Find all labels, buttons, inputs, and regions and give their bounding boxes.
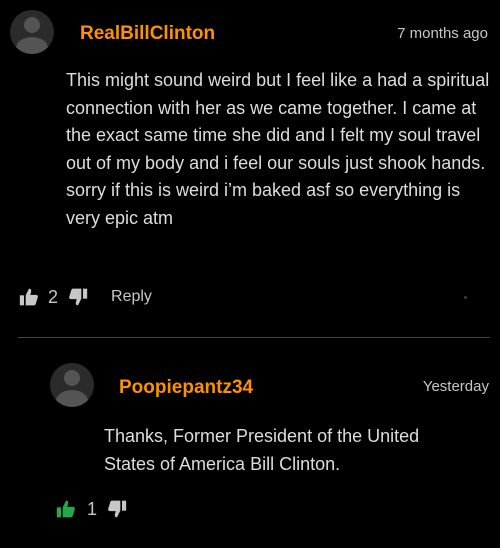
comment-username[interactable]: RealBillClinton: [80, 23, 215, 45]
comment-timestamp: 7 months ago: [397, 25, 488, 42]
reply-actions: 1: [56, 496, 127, 522]
reply-username[interactable]: Poopiepantz34: [119, 377, 253, 399]
avatar[interactable]: [10, 10, 54, 54]
more-options-icon[interactable]: [464, 296, 467, 299]
comment-thread: RealBillClinton 7 months ago This might …: [0, 0, 500, 548]
thumbs-up-icon[interactable]: [19, 287, 39, 307]
thumbs-down-icon[interactable]: [68, 287, 88, 307]
comment-paragraph: sorry if this is weird i’m baked asf so …: [66, 180, 461, 228]
divider: [18, 337, 490, 338]
reply-timestamp: Yesterday: [422, 378, 489, 395]
thumbs-up-icon[interactable]: [56, 499, 76, 519]
thumbs-down-icon[interactable]: [107, 499, 127, 519]
reply-button[interactable]: Reply: [111, 288, 152, 306]
comment-body: This might sound weird but I feel like a…: [66, 67, 491, 232]
comment-actions: 2 Reply: [19, 284, 152, 310]
avatar[interactable]: [50, 363, 94, 407]
like-count: 1: [87, 498, 98, 519]
comment-paragraph: This might sound weird but I feel like a…: [66, 70, 490, 173]
reply-body: Thanks, Former President of the United S…: [104, 426, 420, 474]
like-count: 2: [48, 286, 59, 307]
